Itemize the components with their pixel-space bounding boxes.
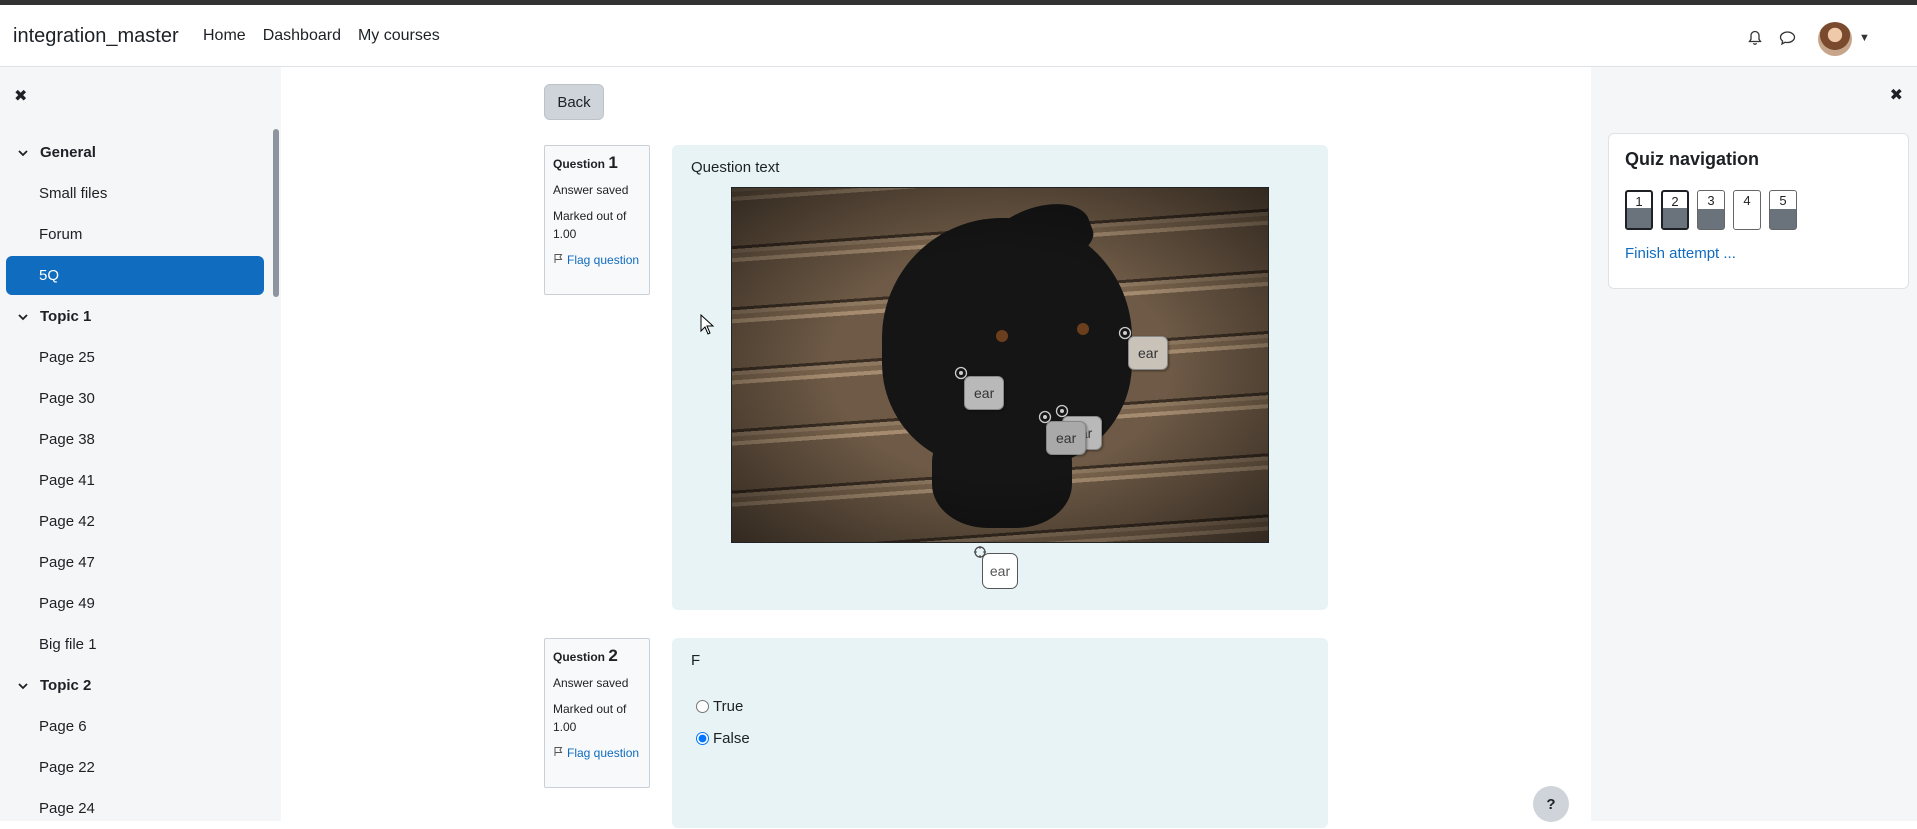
course-item[interactable]: Forum	[0, 214, 270, 255]
nav-my-courses[interactable]: My courses	[358, 27, 440, 45]
draggable-item[interactable]: ear	[982, 553, 1018, 589]
chevron-down-icon[interactable]	[17, 311, 29, 323]
dog-image: ear ear ear ear	[731, 187, 1269, 543]
option-label: True	[713, 698, 744, 715]
chat-icon[interactable]	[1779, 30, 1796, 46]
question-info: Question 1 Answer saved Marked out of 1.…	[544, 145, 650, 295]
course-item[interactable]: Page 24	[0, 788, 270, 829]
back-button[interactable]: Back	[544, 84, 604, 120]
section-topic-1[interactable]: Topic 1	[0, 296, 270, 337]
primary-navigation: Home Dashboard My courses	[203, 27, 457, 45]
question-content: Question text ear ear ear ear ear	[672, 145, 1328, 610]
quiz-nav-button[interactable]: 3	[1697, 190, 1725, 230]
close-drawer-icon[interactable]: ✖	[14, 86, 27, 106]
quiz-nav-button[interactable]: 2	[1661, 190, 1689, 230]
image-vignette	[732, 188, 1268, 542]
chevron-down-icon[interactable]	[17, 680, 29, 692]
flag-icon	[554, 254, 563, 263]
course-item[interactable]: Page 42	[0, 501, 270, 542]
option-false[interactable]: False	[696, 730, 750, 747]
course-item[interactable]: Page 41	[0, 460, 270, 501]
mouse-cursor-icon	[700, 314, 714, 335]
nav-home[interactable]: Home	[203, 27, 246, 45]
course-item[interactable]: Big file 1	[0, 624, 270, 665]
course-item[interactable]: Small files	[0, 173, 270, 214]
question-state: Answer saved	[553, 183, 629, 197]
user-nav: ▼	[1747, 19, 1917, 57]
question-grade: Marked out of 1.00	[553, 209, 627, 241]
drawer-scrollbar[interactable]	[273, 129, 279, 297]
section-title: Topic 1	[40, 308, 92, 325]
section-topic-2[interactable]: Topic 2	[0, 665, 270, 706]
quiz-navigation-title: Quiz navigation	[1625, 149, 1760, 169]
quiz-navigation-block: Quiz navigation 1 2 3 4 5 Finish attempt…	[1608, 133, 1909, 289]
placed-drag-item[interactable]: ear	[964, 376, 1005, 410]
quiz-nav-button[interactable]: 1	[1625, 190, 1653, 230]
radio-false[interactable]	[696, 732, 709, 745]
course-item[interactable]: Page 38	[0, 419, 270, 460]
section-general[interactable]: General	[0, 132, 270, 173]
nav-dashboard[interactable]: Dashboard	[263, 27, 341, 45]
quiz-nav-button[interactable]: 4	[1733, 190, 1761, 230]
question-text: Question text	[691, 159, 780, 176]
finish-attempt-link[interactable]: Finish attempt ...	[1625, 245, 1736, 262]
quiz-question-buttons: 1 2 3 4 5	[1625, 190, 1805, 230]
course-item[interactable]: Page 25	[0, 337, 270, 378]
help-button[interactable]: ?	[1533, 786, 1569, 822]
section-title: Topic 2	[40, 677, 92, 694]
question-content: F True False	[672, 638, 1328, 828]
bell-icon[interactable]	[1747, 30, 1763, 46]
course-item[interactable]: Page 22	[0, 747, 270, 788]
flag-question-link[interactable]: Flag question	[553, 251, 641, 269]
course-item[interactable]: Page 6	[0, 706, 270, 747]
flag-icon	[554, 747, 563, 756]
main-region: Back Question 1 Answer saved Marked out …	[281, 67, 1591, 828]
radio-true[interactable]	[696, 700, 709, 713]
question-state: Answer saved	[553, 676, 629, 690]
close-drawer-icon[interactable]: ✖	[1890, 85, 1903, 105]
flag-question-link[interactable]: Flag question	[553, 744, 641, 762]
chevron-down-icon[interactable]	[17, 147, 29, 159]
question-text: F	[691, 652, 701, 669]
avatar[interactable]	[1818, 22, 1852, 56]
course-item[interactable]: Page 47	[0, 542, 270, 583]
placed-drag-item[interactable]: ear	[1046, 421, 1087, 455]
course-index-drawer: ✖ General Small files Forum 5Q Topic 1 P…	[0, 67, 281, 821]
option-label: False	[713, 730, 750, 747]
question-grade: Marked out of 1.00	[553, 702, 627, 734]
chevron-down-icon[interactable]: ▼	[1859, 32, 1870, 44]
course-item-active[interactable]: 5Q	[6, 256, 264, 295]
course-index: General Small files Forum 5Q Topic 1 Pag…	[0, 132, 270, 829]
question-number: Question 2	[553, 646, 618, 665]
question-number: Question 1	[553, 153, 618, 172]
course-item[interactable]: Page 30	[0, 378, 270, 419]
quiz-drawer: ✖ Quiz navigation 1 2 3 4 5 Finish attem…	[1591, 67, 1917, 821]
placed-drag-item[interactable]: ear	[1128, 336, 1169, 370]
site-brand[interactable]: integration_master	[13, 25, 179, 48]
section-title: General	[40, 144, 96, 161]
question-info: Question 2 Answer saved Marked out of 1.…	[544, 638, 650, 788]
navbar: integration_master Home Dashboard My cou…	[0, 5, 1917, 67]
course-item[interactable]: Page 49	[0, 583, 270, 624]
quiz-nav-button[interactable]: 5	[1769, 190, 1797, 230]
option-true[interactable]: True	[696, 698, 743, 715]
